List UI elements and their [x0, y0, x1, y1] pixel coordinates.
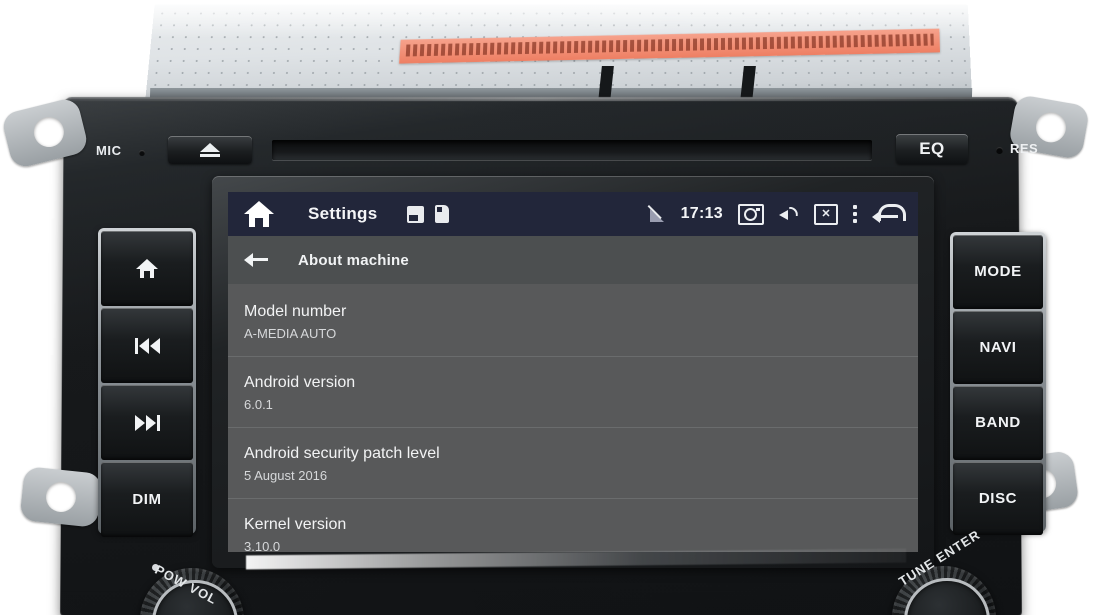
reset-pinhole-icon[interactable] [996, 147, 1003, 154]
list-item-title: Model number [244, 303, 347, 320]
next-track-icon [134, 414, 160, 431]
list-item[interactable]: Android security patch level 5 August 20… [228, 427, 918, 498]
sd-card-icon [407, 205, 425, 223]
list-item-value: 6.0.1 [244, 397, 273, 412]
res-label: RES [1010, 141, 1039, 156]
mic-label: MIC [96, 143, 122, 158]
status-icon-group: 17:13 ✕ [649, 203, 906, 225]
mounting-bracket-bottom-left [19, 466, 103, 528]
bracket-hole [44, 480, 78, 514]
back-arrow-icon[interactable] [872, 204, 906, 224]
back-arrow-icon[interactable] [244, 251, 268, 269]
eject-button[interactable] [168, 136, 252, 164]
about-machine-list: Model number A-MEDIA AUTO Android versio… [228, 284, 918, 552]
list-item[interactable]: Kernel version 3.10.0 chun@hctr930 #8 [228, 498, 918, 552]
disc-slot[interactable] [272, 140, 872, 160]
list-item-title: Android version [244, 374, 356, 391]
volume-icon[interactable] [779, 206, 799, 223]
list-item-title: Kernel version [244, 516, 347, 533]
list-item-title: Android security patch level [244, 445, 440, 462]
screen-off-icon[interactable]: ✕ [814, 203, 838, 225]
right-button-bank: MODE NAVI BAND DISC [950, 232, 1046, 535]
action-bar: About machine [228, 236, 918, 284]
storage-indicator-group [407, 205, 450, 223]
home-icon [136, 258, 158, 279]
faceplate-top-highlight [63, 97, 1019, 102]
warning-label-text [405, 33, 934, 57]
mode-button[interactable]: MODE [953, 235, 1043, 309]
app-title: Settings [308, 204, 378, 223]
bracket-hole [30, 113, 68, 151]
usb-drive-icon [435, 205, 450, 223]
navi-button[interactable]: NAVI [953, 310, 1043, 384]
previous-track-icon [134, 337, 160, 354]
list-item-value: A-MEDIA AUTO [244, 326, 337, 341]
disc-button[interactable]: DISC [953, 461, 1043, 535]
bracket-hole [1033, 109, 1069, 145]
page-title: About machine [298, 251, 409, 269]
home-icon[interactable] [244, 201, 274, 227]
eq-button[interactable]: EQ [896, 134, 968, 164]
left-button-bank: DIM [98, 228, 196, 537]
signal-off-icon [649, 206, 666, 222]
lcd-screen[interactable]: Settings 17:13 ✕ About machine Model num… [228, 192, 918, 552]
overflow-menu-icon[interactable] [853, 205, 857, 223]
android-status-bar: Settings 17:13 ✕ [228, 192, 918, 236]
screenshot-camera-icon[interactable] [738, 203, 764, 225]
previous-track-button[interactable] [101, 308, 193, 383]
band-button[interactable]: BAND [953, 386, 1043, 460]
home-button[interactable] [101, 231, 193, 306]
device-chassis [145, 4, 973, 101]
eject-icon [200, 143, 220, 157]
next-track-button[interactable] [101, 385, 193, 460]
dim-button[interactable]: DIM [101, 462, 193, 537]
status-clock: 17:13 [680, 205, 723, 222]
list-item-value: 5 August 2016 [244, 468, 328, 483]
list-item[interactable]: Model number A-MEDIA AUTO [228, 284, 918, 356]
screenshot-root: MIC EQ RES DIM MODE NAVI BAND DISC Setti… [0, 0, 1100, 615]
microphone-hole-icon [139, 150, 145, 156]
list-item[interactable]: Android version 6.0.1 [228, 356, 918, 427]
